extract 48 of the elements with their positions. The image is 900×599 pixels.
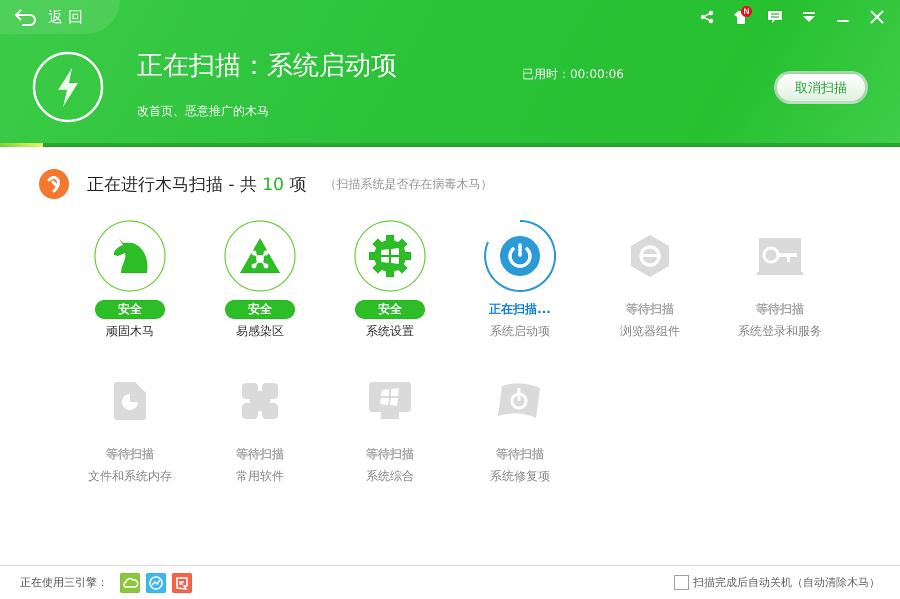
- power-icon: [499, 235, 541, 277]
- key-icon: [757, 236, 803, 276]
- section-heading: 正在进行木马扫描 - 共 10 项: [87, 174, 306, 196]
- skin-button[interactable]: N: [730, 6, 752, 28]
- back-arrow-icon: [14, 8, 38, 26]
- item-name: 系统设置: [366, 323, 414, 340]
- scan-subtitle: 改首页、恶意推广的木马: [137, 103, 270, 120]
- item-name: 文件和系统内存: [88, 468, 172, 485]
- elapsed-time: 已用时：00:00:06: [522, 66, 624, 83]
- status-text: 等待扫描: [106, 446, 154, 463]
- document-icon: [114, 382, 146, 420]
- gear-icon: [368, 234, 412, 278]
- status-text: 等待扫描: [626, 301, 674, 318]
- knight-icon: [111, 237, 149, 275]
- engines-label: 正在使用三引擎：: [20, 575, 108, 590]
- blocks-icon: [242, 383, 278, 419]
- windows-repair-icon: [498, 382, 542, 420]
- scan-title: 正在扫描：系统启动项: [137, 50, 397, 83]
- close-icon: [870, 10, 884, 24]
- share-icon: [700, 10, 714, 24]
- item-name: 系统修复项: [490, 468, 550, 485]
- status-text: 等待扫描: [366, 446, 414, 463]
- browser-icon: [630, 234, 670, 278]
- status-text: 等待扫描: [756, 301, 804, 318]
- monitor-icon: [369, 382, 411, 420]
- checkbox[interactable]: [674, 575, 689, 590]
- item-name: 常用软件: [236, 468, 284, 485]
- item-name: 顽固木马: [106, 323, 154, 340]
- status-badge: 安全: [225, 300, 295, 319]
- status-badge: 安全: [95, 300, 165, 319]
- new-badge: N: [741, 6, 752, 17]
- item-name: 系统综合: [366, 468, 414, 485]
- hazard-icon: [238, 236, 282, 276]
- item-name: 易感染区: [236, 323, 284, 340]
- status-badge: 安全: [355, 300, 425, 319]
- cancel-scan-button[interactable]: 取消扫描: [774, 71, 868, 104]
- status-text: 等待扫描: [496, 446, 544, 463]
- status-text: 等待扫描: [236, 446, 284, 463]
- item-name: 浏览器组件: [620, 323, 680, 340]
- item-name: 系统登录和服务: [738, 323, 822, 340]
- lightning-icon: [32, 51, 104, 123]
- message-icon: [768, 10, 782, 24]
- dropdown-icon: [802, 10, 816, 24]
- status-text: 正在扫描...: [489, 301, 551, 318]
- section-note: （扫描系统是否存在病毒木马）: [324, 176, 492, 192]
- scan-logo-icon: [39, 169, 69, 199]
- item-name: 系统启动项: [490, 323, 550, 340]
- minimize-icon: [837, 20, 849, 22]
